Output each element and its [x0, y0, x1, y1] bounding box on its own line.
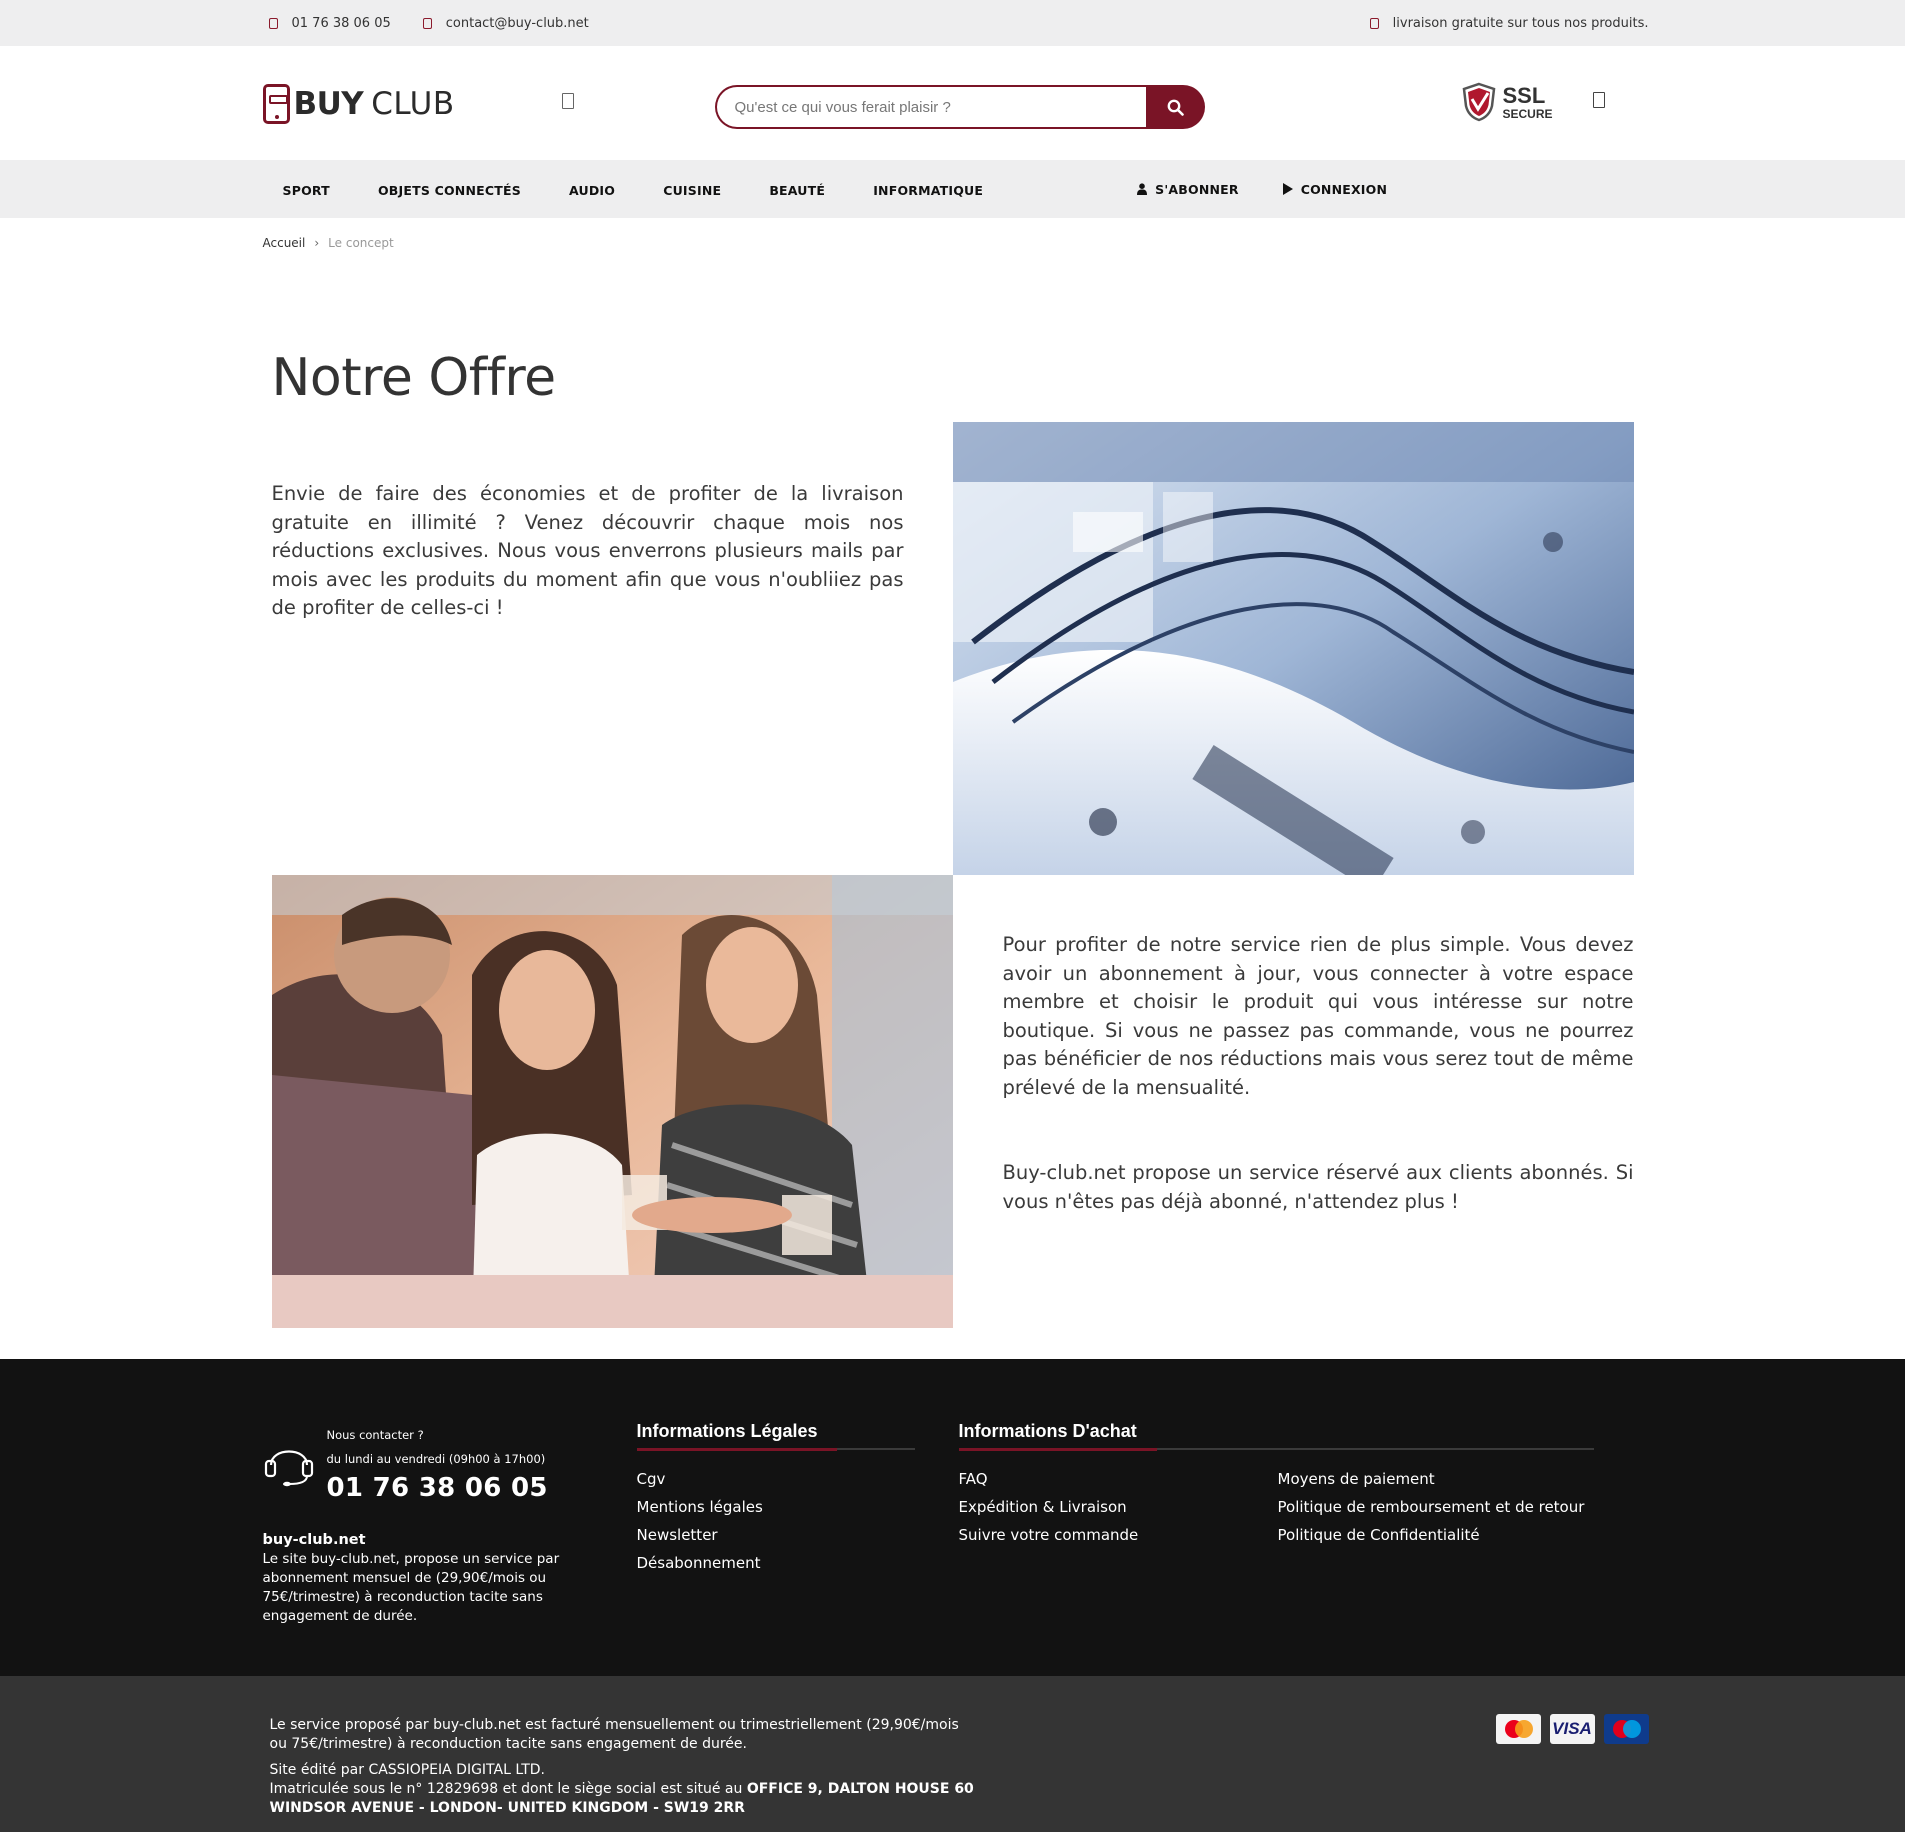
- footer-site-name: buy-club.net: [262, 1532, 366, 1548]
- ssl-subtitle: SECURE: [1502, 106, 1553, 121]
- footer-link-expedition[interactable]: Expédition & Livraison: [959, 1498, 1127, 1516]
- legal-heading-underline: [636, 1448, 915, 1451]
- nav-item-informatique[interactable]: INFORMATIQUE: [873, 183, 983, 198]
- nav-item-sport[interactable]: SPORT: [283, 183, 330, 198]
- footer-link-suivre-commande[interactable]: Suivre votre commande: [959, 1526, 1139, 1544]
- site-logo[interactable]: BUY CLUB: [262, 84, 565, 124]
- user-icon: [1137, 183, 1148, 195]
- footer-link-confidentialite[interactable]: Politique de Confidentialité: [1278, 1526, 1480, 1544]
- main-navigation: SPORT OBJETS CONNECTÉS AUDIO CUISINE BEA…: [0, 160, 1905, 218]
- topbar-email-text: contact@buy-club.net: [445, 15, 589, 31]
- footer-bottom: Le service proposé par buy-club.net est …: [0, 1676, 1905, 1832]
- footer-legal-column: Informations Légales Cgv Mentions légale…: [636, 1421, 915, 1577]
- mastercard-icon: [1495, 1714, 1541, 1744]
- ssl-title: SSL: [1502, 82, 1546, 108]
- registration-notice: Imatriculée sous le n° 12829698 et dont …: [269, 1781, 747, 1797]
- subscribe-label: S'ABONNER: [1155, 181, 1239, 197]
- logo-phone-icon: [262, 84, 290, 124]
- visa-label: VISA: [1552, 1719, 1592, 1738]
- topbar-email[interactable]: contact@buy-club.net: [417, 16, 589, 31]
- nav-item-cuisine[interactable]: CUISINE: [663, 183, 721, 198]
- menu-icon[interactable]: [561, 93, 574, 109]
- billing-notice: Le service proposé par buy-club.net est …: [269, 1717, 959, 1752]
- footer-phone[interactable]: 01 76 38 06 05: [327, 1473, 548, 1503]
- nav-item-audio[interactable]: AUDIO: [569, 183, 615, 198]
- visa-icon: VISA: [1549, 1714, 1595, 1744]
- search-input[interactable]: [714, 85, 1146, 129]
- nav-item-objets-connectes[interactable]: OBJETS CONNECTÉS: [378, 183, 521, 198]
- purchase-heading: Informations D'achat: [958, 1421, 1137, 1441]
- footer-link-faq[interactable]: FAQ: [959, 1470, 988, 1488]
- footer-link-mentions-legales[interactable]: Mentions légales: [637, 1498, 763, 1516]
- footer-link-moyens-paiement[interactable]: Moyens de paiement: [1278, 1470, 1435, 1488]
- login-label: CONNEXION: [1300, 181, 1388, 197]
- legal-heading: Informations Légales: [636, 1421, 818, 1441]
- footer-link-remboursement[interactable]: Politique de remboursement et de retour: [1278, 1498, 1585, 1516]
- shield-icon: [1462, 82, 1495, 122]
- maestro-icon: [1603, 1714, 1649, 1744]
- subscribe-paragraph: Buy-club.net propose un service réservé …: [1002, 1161, 1634, 1213]
- logo-light-text: CLUB: [371, 86, 455, 122]
- editor-notice: Site édité par CASSIOPEIA DIGITAL LTD.: [269, 1762, 546, 1778]
- breadcrumb-current: Le concept: [328, 236, 394, 250]
- envelope-icon: [422, 17, 432, 29]
- cart-icon[interactable]: [1592, 92, 1605, 108]
- phone-icon: [268, 17, 278, 29]
- page-title: Notre Offre: [271, 348, 557, 408]
- topbar-phone[interactable]: 01 76 38 06 05: [263, 16, 391, 31]
- logo-bold-text: BUY: [293, 86, 364, 122]
- intro-paragraph: Envie de faire des économies et de profi…: [271, 482, 904, 619]
- topbar-phone-text: 01 76 38 06 05: [291, 15, 391, 31]
- topbar-shipping: livraison gratuite sur tous nos produits…: [1364, 16, 1649, 31]
- ssl-badge: SSL SECURE: [1461, 82, 1553, 122]
- footer-purchase-column: Informations D'achat FAQ Expédition & Li…: [958, 1421, 1594, 1549]
- site-header: BUY CLUB SSL SECURE: [0, 46, 1905, 160]
- footer-link-newsletter[interactable]: Newsletter: [637, 1526, 718, 1544]
- main-content: Notre Offre Envie de faire des économies…: [263, 266, 1643, 1359]
- headset-icon: [264, 1450, 313, 1487]
- login-link[interactable]: CONNEXION: [1282, 182, 1387, 197]
- truck-icon: [1369, 17, 1379, 29]
- chevron-right-icon: ›: [314, 236, 320, 250]
- escalator-image: [952, 422, 1634, 875]
- footer-about: buy-club.net Le site buy-club.net, propo…: [263, 1531, 563, 1626]
- site-footer: Nous contacter ? du lundi au vendredi (0…: [0, 1359, 1905, 1676]
- top-bar: 01 76 38 06 05 contact@buy-club.net livr…: [0, 0, 1905, 46]
- footer-contact: Nous contacter ? du lundi au vendredi (0…: [263, 1427, 548, 1503]
- search-form: [714, 85, 1205, 129]
- legal-notice: Le service proposé par buy-club.net est …: [270, 1716, 980, 1818]
- contact-label: Nous contacter ?: [326, 1428, 424, 1442]
- service-paragraph: Pour profiter de notre service rien de p…: [1002, 933, 1634, 1099]
- play-icon: [1282, 183, 1293, 195]
- breadcrumb: Accueil › Le concept: [263, 218, 1643, 266]
- contact-hours: du lundi au vendredi (09h00 à 17h00): [326, 1452, 546, 1466]
- search-icon: [1167, 99, 1184, 116]
- breadcrumb-home[interactable]: Accueil: [263, 236, 306, 250]
- purchase-heading-underline: [958, 1448, 1594, 1451]
- footer-link-desabonnement[interactable]: Désabonnement: [637, 1554, 761, 1572]
- payment-methods: VISA: [1487, 1714, 1649, 1744]
- topbar-shipping-text: livraison gratuite sur tous nos produits…: [1392, 15, 1649, 31]
- nav-item-beaute[interactable]: BEAUTÉ: [769, 183, 825, 198]
- footer-site-description: Le site buy-club.net, propose un service…: [262, 1551, 560, 1624]
- footer-link-cgv[interactable]: Cgv: [637, 1470, 666, 1488]
- search-button[interactable]: [1145, 85, 1205, 129]
- subscribe-link[interactable]: S'ABONNER: [1137, 182, 1239, 197]
- friends-cafe-image: [271, 875, 953, 1328]
